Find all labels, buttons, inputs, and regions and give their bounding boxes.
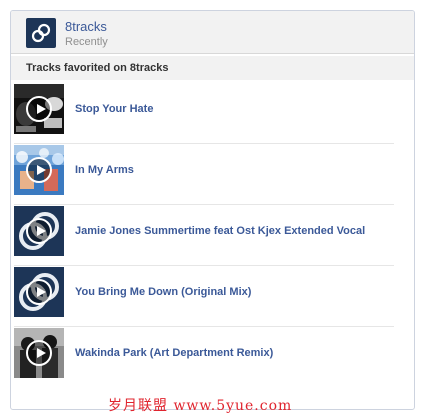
track-list: Stop Your Hate In My Arms Jamie Jones Su…	[14, 83, 394, 388]
site-watermark: 岁月联盟 www.5yue.com	[108, 398, 293, 414]
track-title-link[interactable]: Jamie Jones Summertime feat Ost Kjex Ext…	[75, 225, 393, 238]
app-timestamp: Recently	[65, 36, 108, 48]
track-row: You Bring Me Down (Original Mix)	[14, 266, 394, 327]
track-thumbnail[interactable]	[14, 267, 64, 317]
track-title-link[interactable]: In My Arms	[75, 164, 393, 177]
track-thumbnail[interactable]	[14, 328, 64, 378]
8tracks-logo-icon[interactable]	[26, 18, 56, 48]
track-thumbnail[interactable]	[14, 84, 64, 134]
play-icon[interactable]	[26, 157, 52, 183]
track-title-link[interactable]: Stop Your Hate	[75, 103, 393, 116]
track-thumbnail[interactable]	[14, 206, 64, 256]
track-row: In My Arms	[14, 144, 394, 205]
section-title: Tracks favorited on 8tracks	[26, 62, 169, 74]
play-icon[interactable]	[26, 218, 52, 244]
track-title-link[interactable]: You Bring Me Down (Original Mix)	[75, 286, 393, 299]
track-row: Jamie Jones Summertime feat Ost Kjex Ext…	[14, 205, 394, 266]
app-header: 8tracks Recently	[11, 11, 414, 54]
section-header: Tracks favorited on 8tracks	[11, 56, 414, 80]
play-icon[interactable]	[26, 340, 52, 366]
play-icon[interactable]	[26, 279, 52, 305]
track-thumbnail[interactable]	[14, 145, 64, 195]
track-row: Wakinda Park (Art Department Remix)	[14, 327, 394, 388]
track-title-link[interactable]: Wakinda Park (Art Department Remix)	[75, 347, 393, 360]
app-name-link[interactable]: 8tracks	[65, 20, 107, 34]
track-row: Stop Your Hate	[14, 83, 394, 144]
play-icon[interactable]	[26, 96, 52, 122]
